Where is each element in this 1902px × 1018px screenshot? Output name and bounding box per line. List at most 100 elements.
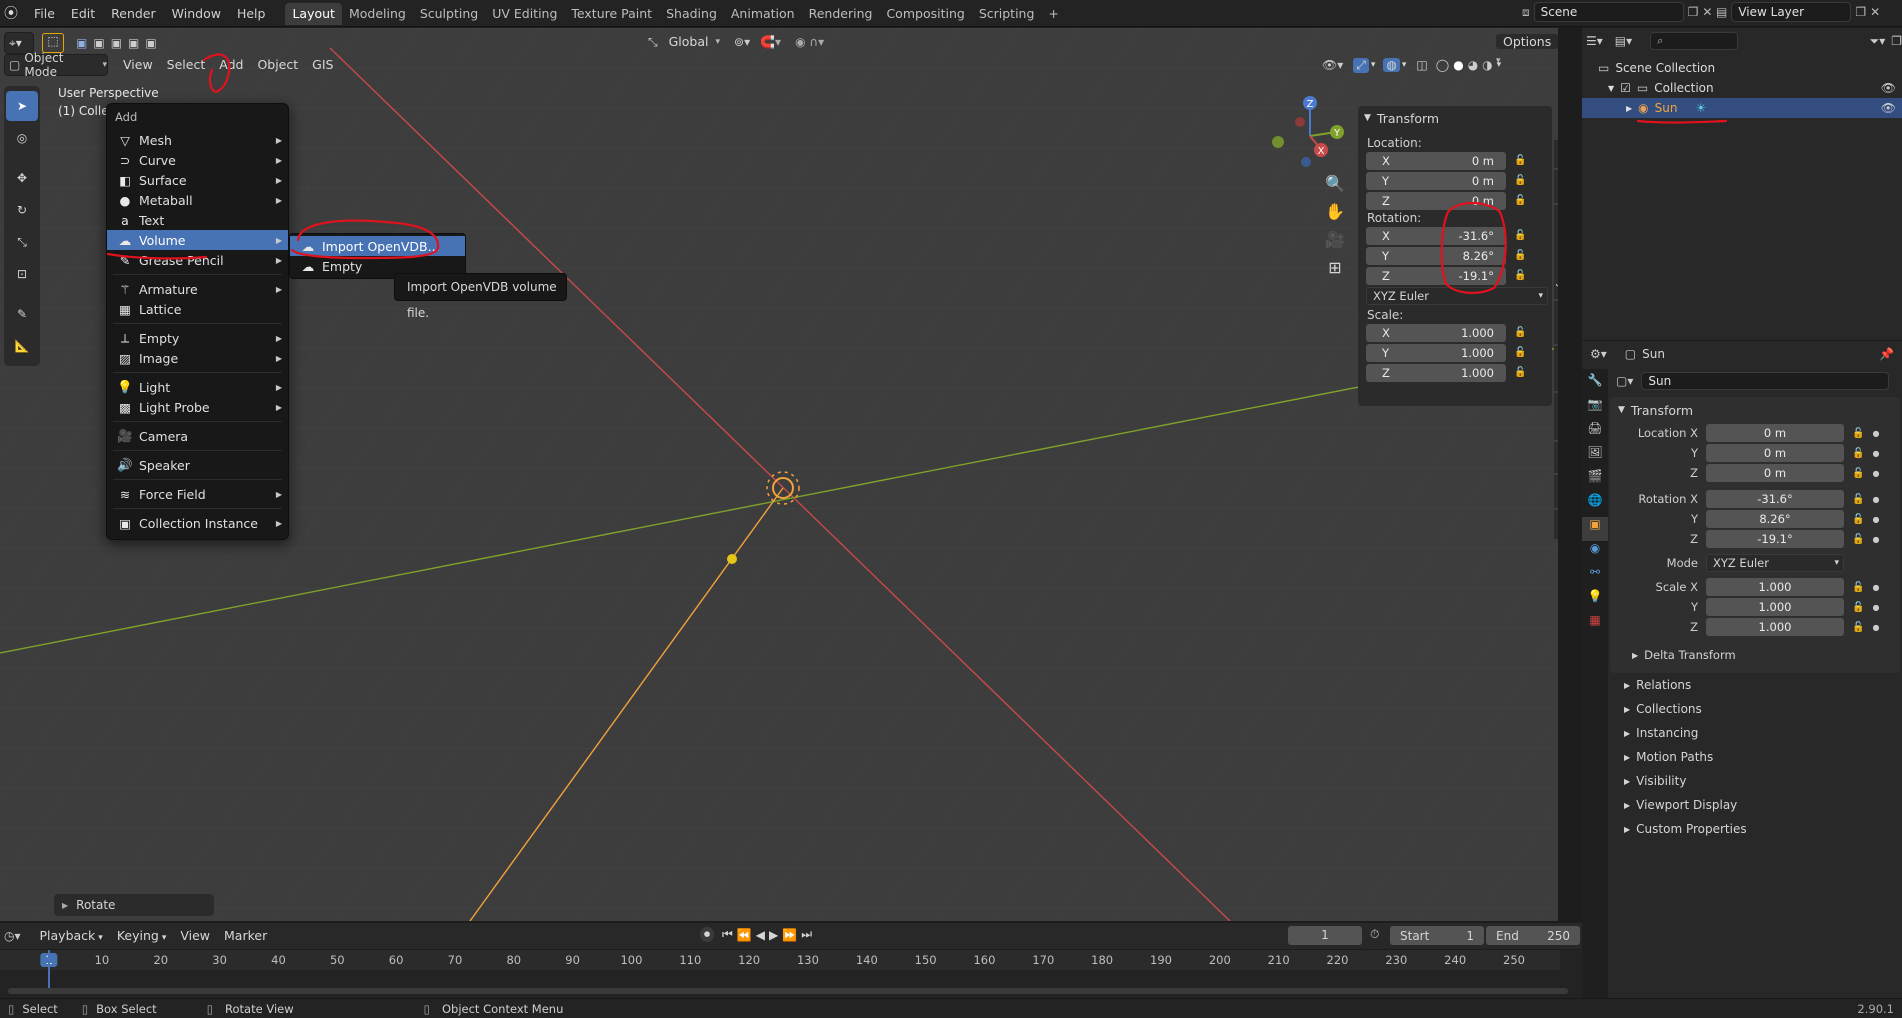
view-layer-selector[interactable]: ▤ View Layer ❐ ✕ [1716,2,1880,22]
gizmo-dropdown-icon[interactable]: ▾ [1371,60,1376,70]
workspace-tab-scripting[interactable]: Scripting [972,3,1042,25]
add-menu-item-empty[interactable]: ⟂ Empty ▶ [107,328,288,348]
exclude-checkbox-icon[interactable]: ☑ [1620,81,1631,95]
timeline-menu-view[interactable]: View [173,926,217,946]
object-rotation-field[interactable]: -31.6° [1706,490,1844,508]
object-data-icon[interactable]: ▢▾ [1616,374,1633,388]
gizmo-toggle-icon[interactable]: ⤢ [1353,57,1369,73]
select-intersect-icon[interactable]: ▣ [145,36,156,50]
scene-delete-icon[interactable]: ✕ [1702,5,1712,19]
select-tool-icon[interactable]: ⬚ [42,33,64,53]
rotation-mode-select[interactable]: XYZ Euler ▾ [1706,554,1844,572]
expand-arrow-icon[interactable]: ▼ [1608,84,1614,93]
zoom-icon[interactable]: 🔍 [1322,174,1348,202]
stopwatch-icon[interactable]: ⏱ [1370,927,1379,942]
viewport-menu-view[interactable]: View [116,55,160,75]
blender-logo-icon[interactable]: ⦿ [4,3,26,23]
lock-icon[interactable]: 🔓 [1514,367,1532,378]
lock-icon[interactable]: 🔓 [1514,175,1532,186]
add-menu-item-curve[interactable]: ⊃ Curve ▶ [107,150,288,170]
filter-icon[interactable]: ⏷▾ [1870,34,1886,49]
add-menu-item-lattice[interactable]: ▦ Lattice [107,299,288,319]
object-name-field[interactable]: Sun [1641,372,1890,390]
add-menu-item-camera[interactable]: 🎥 Camera [107,426,288,446]
rotation-y-field[interactable]: Y 8.26° [1366,246,1506,265]
lock-icon[interactable]: 🔓 [1514,230,1532,241]
workspace-tab-compositing[interactable]: Compositing [879,3,971,25]
lock-icon[interactable]: 🔓 [1514,155,1532,166]
jump-keyframe-forward-icon[interactable]: ⏩ [782,928,797,942]
view-layer-tab-icon[interactable]: 🖼 [1582,445,1608,469]
pivot-icon[interactable]: ⊚▾ [734,35,750,49]
cursor-tool[interactable]: ◎ [6,123,38,153]
expand-arrow-icon[interactable]: ▶ [1626,104,1632,113]
add-menu-item-light-probe[interactable]: ▩ Light Probe ▶ [107,397,288,417]
material-shading-icon[interactable]: ◕ [1468,58,1478,72]
rotation-x-field[interactable]: X -31.6° [1366,226,1506,245]
sidebar-tab-tools[interactable]: Tools [1554,474,1558,509]
transform-panel-header[interactable]: ▼ Transform [1358,106,1552,130]
physics-tab-icon[interactable]: ◉ [1582,541,1608,565]
pin-icon[interactable]: 📌 [1879,347,1894,361]
workspace-tab-texture-paint[interactable]: Texture Paint [564,3,659,25]
camera-view-icon[interactable]: 🎥 [1322,230,1348,258]
sidebar-tab-edit[interactable]: Edit [1554,510,1558,539]
add-menu-item-grease-pencil[interactable]: ✎ Grease Pencil ▶ [107,250,288,270]
section-visibility[interactable]: ▶ Visibility [1610,769,1900,793]
add-menu-item-armature[interactable]: ⚚ Armature ▶ [107,279,288,299]
viewport-menu-add[interactable]: Add [212,55,250,75]
snap-icon[interactable]: 🧲▾ [760,35,781,49]
keyframe-dot-icon[interactable]: ● [1872,583,1879,592]
location-z-field[interactable]: Z 0 m [1366,191,1506,210]
texture-tab-icon[interactable]: ▦ [1582,613,1608,637]
view-layer-new-icon[interactable]: ❐ [1855,5,1866,19]
rendered-shading-icon[interactable]: ◑ [1482,58,1492,72]
scene-tab-icon[interactable]: 🎬 [1582,469,1608,493]
menu-render[interactable]: Render [103,0,164,27]
add-menu-item-speaker[interactable]: 🔊 Speaker [107,455,288,475]
object-scale-field[interactable]: 1.000 [1706,598,1844,616]
select-subtract-icon[interactable]: ▣ [111,36,122,50]
add-menu-item-force-field[interactable]: ≋ Force Field ▶ [107,484,288,504]
outliner-row-sun[interactable]: ▶ ◉ Sun ☀ 👁 [1582,98,1902,118]
keyframe-dot-icon[interactable]: ● [1872,495,1879,504]
lock-icon[interactable]: 🔓 [1852,622,1864,633]
render-tab-icon[interactable]: 📷 [1582,397,1608,421]
object-rotation-field[interactable]: 8.26° [1706,510,1844,528]
keyframe-dot-icon[interactable]: ● [1872,623,1879,632]
workspace-tab-shading[interactable]: Shading [659,3,724,25]
navigation-gizmo[interactable]: Z Y X [1266,92,1346,172]
outliner-row-collection[interactable]: ▼ ☑ ▭ Collection 👁 [1582,78,1902,98]
record-icon[interactable]: ⏺ [700,927,715,942]
menu-edit[interactable]: Edit [63,0,103,27]
lock-icon[interactable]: 🔓 [1514,195,1532,206]
add-menu-item-mesh[interactable]: ▽ Mesh ▶ [107,130,288,150]
rotation-z-field[interactable]: Z -19.1° [1366,266,1506,285]
eye-icon[interactable]: 👁 [1881,81,1896,95]
timeline-scrollbar[interactable] [8,988,1568,994]
light-data-tab-icon[interactable]: 💡 [1582,589,1608,613]
lock-icon[interactable]: 🔓 [1514,347,1532,358]
eye-icon[interactable]: 👁 [1881,101,1896,115]
new-collection-icon[interactable]: ❐ [1891,34,1902,48]
scene-field[interactable]: Scene [1533,2,1684,22]
view-layer-delete-icon[interactable]: ✕ [1870,5,1880,19]
lock-icon[interactable]: 🔓 [1852,602,1864,613]
lock-icon[interactable]: 🔓 [1852,428,1864,439]
play-reverse-icon[interactable]: ◀ [756,928,765,942]
keyframe-dot-icon[interactable]: ● [1872,469,1879,478]
constraints-tab-icon[interactable]: ⚯ [1582,565,1608,589]
sidebar-tab-screencast-keys[interactable]: Screencast Keys [1554,205,1558,299]
timeline-body[interactable]: 1102030405060708090100110120130140150160… [0,950,1582,998]
transform-section-header[interactable]: ▼ Transform [1610,397,1900,423]
jump-end-icon[interactable]: ⏭ [801,927,812,942]
sidebar-tab-osm[interactable]: osm [1554,442,1558,473]
scale-tool[interactable]: ⤡ [6,227,38,257]
outliner-search-input[interactable]: ⌕ [1650,32,1738,50]
sidebar-tab-mb-lab[interactable]: MB-Lab [1554,393,1558,441]
end-frame-field[interactable]: End 250 [1486,926,1580,945]
ortho-grid-icon[interactable]: ⊞ [1322,258,1348,286]
scale-z-field[interactable]: Z 1.000 [1366,363,1506,382]
object-rotation-field[interactable]: -19.1° [1706,530,1844,548]
menu-window[interactable]: Window [164,0,229,27]
